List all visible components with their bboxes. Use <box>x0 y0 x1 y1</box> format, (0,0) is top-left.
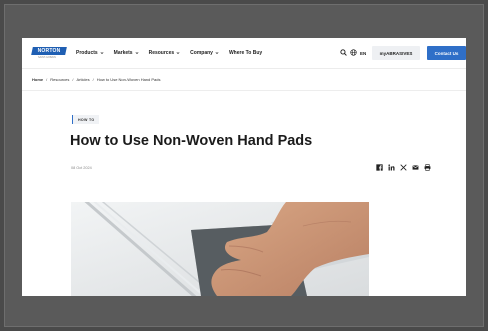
publish-date: 08 Oct 2024 <box>71 166 92 170</box>
nav-label: Products <box>76 50 98 56</box>
breadcrumb-current: How to Use Non-Woven Hand Pads <box>96 77 161 82</box>
nav-label: Where To Buy <box>228 50 263 56</box>
logo-badge: NORTON <box>31 47 67 55</box>
divider <box>22 90 466 91</box>
norton-logo[interactable]: NORTON SAINT-GOBAIN <box>31 47 67 60</box>
web-page: NORTON SAINT-GOBAIN Products Markets Res… <box>22 38 466 296</box>
linkedin-icon[interactable] <box>388 164 395 171</box>
breadcrumb-separator: / <box>46 77 48 82</box>
chevron-down-icon <box>100 52 104 55</box>
contact-us-button[interactable]: Contact Us <box>427 46 466 60</box>
category-tag: HOW TO <box>72 115 99 124</box>
facebook-icon[interactable] <box>376 164 383 171</box>
hand-pad-photo <box>71 202 369 296</box>
nav-item-products[interactable]: Products <box>76 50 104 56</box>
my-abrasives-button[interactable]: myABRASIVES <box>372 46 420 60</box>
page-title: How to Use Non-Woven Hand Pads <box>70 133 313 149</box>
breadcrumb-resources[interactable]: Resources <box>50 77 69 82</box>
nav-item-markets[interactable]: Markets <box>114 50 139 56</box>
logo-subtext: SAINT-GOBAIN <box>38 56 56 59</box>
search-icon[interactable] <box>340 49 347 56</box>
print-icon[interactable] <box>424 164 431 171</box>
nav-label: Markets <box>113 50 133 56</box>
nav-item-where-to-buy[interactable]: Where To Buy <box>229 50 262 56</box>
email-icon[interactable] <box>412 164 419 171</box>
x-twitter-icon[interactable] <box>400 164 407 171</box>
chevron-down-icon <box>135 52 139 55</box>
nav-item-resources[interactable]: Resources <box>149 50 181 56</box>
nav-item-company[interactable]: Company <box>190 50 219 56</box>
breadcrumb: Home / Resources / Articles / How to Use… <box>32 77 160 82</box>
breadcrumb-home[interactable]: Home <box>32 77 43 82</box>
chevron-down-icon <box>215 52 219 55</box>
share-bar <box>376 164 431 171</box>
logo-text: NORTON <box>37 48 61 54</box>
site-header: NORTON SAINT-GOBAIN Products Markets Res… <box>22 38 466 69</box>
breadcrumb-articles[interactable]: Articles <box>77 77 90 82</box>
globe-icon[interactable] <box>350 49 357 56</box>
nav-label: Company <box>190 50 213 56</box>
chevron-down-icon <box>176 52 180 55</box>
nav-label: Resources <box>148 50 175 56</box>
language-selector[interactable]: EN <box>360 51 366 56</box>
breadcrumb-separator: / <box>92 77 94 82</box>
hero-image <box>71 202 369 296</box>
main-nav: Products Markets Resources Company Where… <box>76 50 262 56</box>
breadcrumb-separator: / <box>72 77 74 82</box>
